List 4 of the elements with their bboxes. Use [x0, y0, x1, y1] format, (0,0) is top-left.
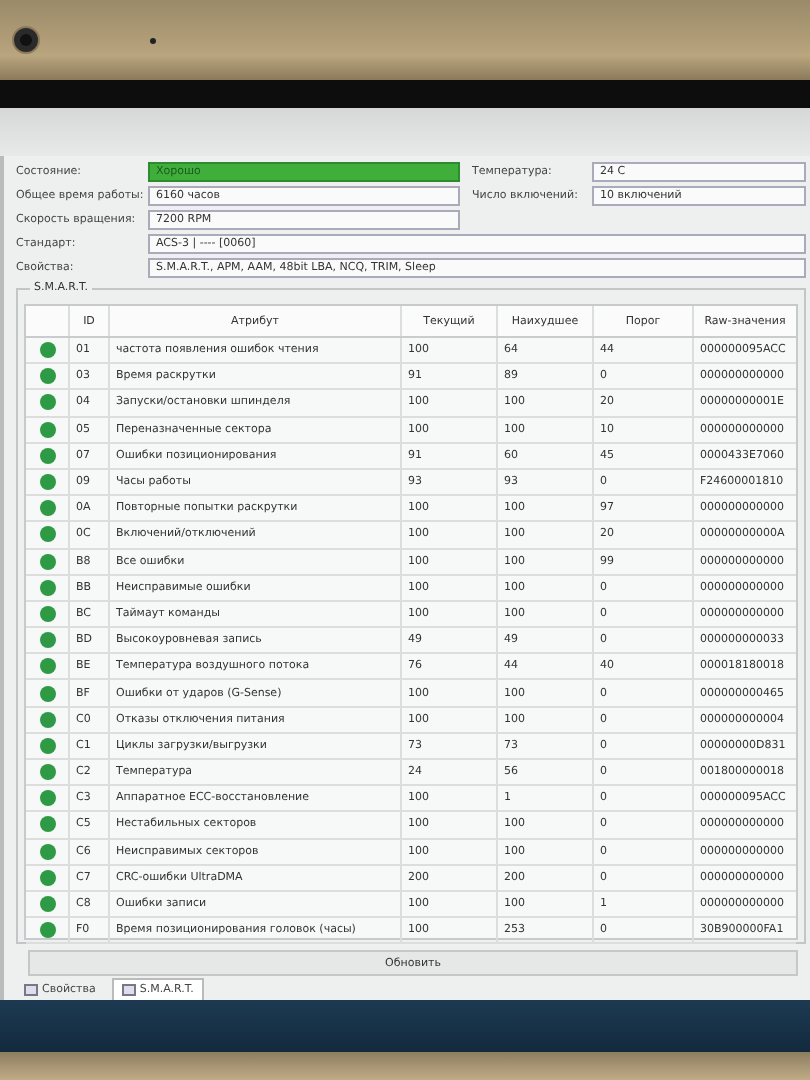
window-icon	[24, 983, 38, 995]
window-icon	[121, 984, 136, 996]
microphone-dot-icon	[150, 37, 156, 43]
webcam-icon	[12, 26, 40, 54]
